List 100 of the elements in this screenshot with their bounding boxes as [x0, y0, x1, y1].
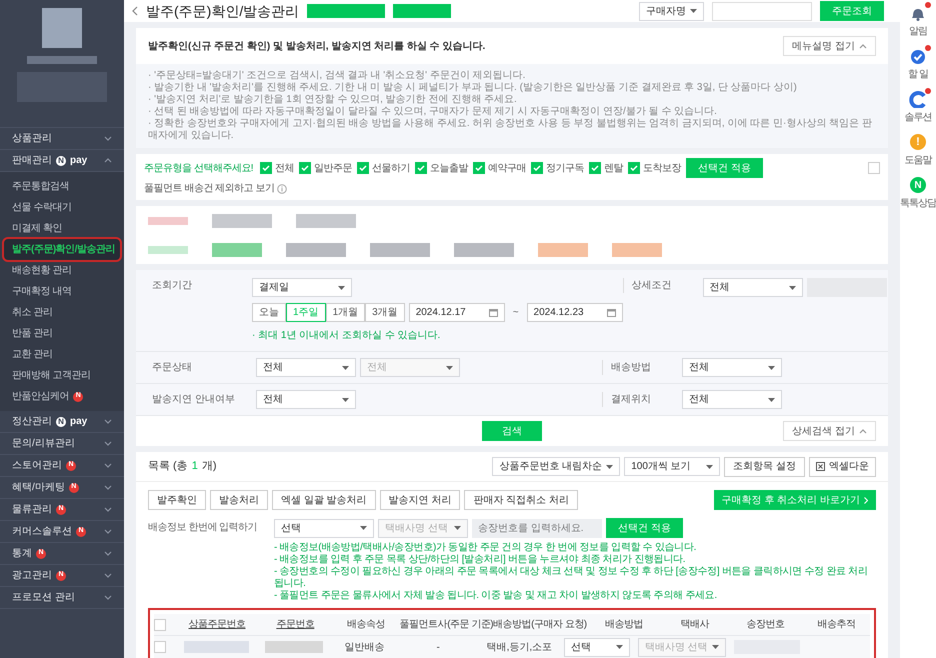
redacted-block — [265, 641, 324, 653]
button[interactable]: 엑셀 일괄 발송처리 — [272, 490, 376, 510]
column-header: 배송방법 — [604, 618, 644, 632]
submenu-item[interactable]: 반품 관리 — [4, 323, 120, 344]
checkbox[interactable] — [357, 162, 370, 174]
column-header[interactable]: 주문번호 — [258, 617, 333, 632]
table-cell-text: - — [436, 640, 441, 654]
checkbox-label: 도착보장 — [643, 162, 682, 176]
chevron-icon — [104, 136, 112, 141]
note-text: - 배송정보(배송방법/택배사/송장번호)가 동일한 주문 건의 경우 한 번에 정보를 입력할 수 있습니다. — [274, 542, 698, 554]
checkmark-icon — [417, 165, 426, 171]
submenu-item[interactable]: 배송현황 관리 — [4, 260, 120, 281]
dropdown[interactable]: 결제일 — [252, 278, 352, 297]
caret-icon — [706, 464, 714, 468]
menu-label: 스토어관리 — [12, 459, 62, 473]
button[interactable]: 판매자 직접취소 처리 — [464, 490, 578, 510]
submenu-item[interactable]: 판매방해 고객관리 — [4, 365, 120, 386]
chevron-icon — [104, 441, 112, 446]
field-label: 주문상태 — [152, 361, 193, 375]
rail-button[interactable]: N 톡톡상담 — [900, 176, 936, 211]
checkmark-icon — [591, 165, 600, 171]
dropdown[interactable]: 상품주문번호 내림차순 — [492, 457, 620, 476]
checkbox[interactable] — [868, 162, 880, 174]
sidebar-menu-item[interactable]: 문의/리뷰관리 — [0, 433, 124, 455]
collapse-button[interactable]: 상세검색 접기 — [783, 421, 876, 441]
checkmark-icon — [630, 165, 638, 171]
tracking-number-input[interactable]: 송장번호를 입력하세요. — [472, 518, 602, 538]
checkmark-icon — [909, 47, 927, 65]
checkbox[interactable] — [154, 641, 166, 653]
collapse-button[interactable]: 메뉴설명 접기 — [783, 36, 876, 56]
column-header[interactable]: 상품주문번호 — [176, 617, 258, 632]
submenu-item[interactable]: 주문통합검색 — [4, 176, 120, 197]
chevron-icon — [104, 573, 112, 578]
checkbox[interactable] — [531, 162, 544, 174]
button[interactable]: 조회항목 설정 — [724, 456, 805, 476]
checkbox[interactable] — [154, 618, 166, 630]
column-header: 풀필먼트사(주문 기준) — [400, 618, 494, 632]
chevron-icon — [104, 551, 112, 556]
period-tab[interactable]: 오늘 — [252, 303, 286, 322]
dropdown[interactable]: 구매자명 — [639, 2, 704, 20]
hint-text: · 최대 1년 이내에서 조회하실 수 있습니다. — [252, 329, 442, 343]
checkbox[interactable] — [589, 162, 602, 174]
menu-label: 물류관리 — [12, 503, 52, 517]
menu-label: 정산관리 — [12, 415, 52, 429]
chevron-icon — [104, 529, 112, 534]
note-text: · 정확한 송장번호와 구매자에게 고지·협의된 배송 방법을 사용해 주세요. 허위 송장번호 사용 등 부정 불법행위는 엄격히 금지되며, 이에 따른 민·형사상의 책임은 판매자에게 있습니다. — [148, 118, 873, 142]
checkmark-icon — [301, 165, 310, 171]
dropdown[interactable]: 전체 — [256, 358, 356, 377]
submenu-item[interactable]: 발주(주문)확인/발송관리 — [4, 239, 120, 260]
sidebar-menu-item[interactable]: 정산관리 N pay — [0, 411, 124, 433]
caret-icon — [616, 645, 623, 649]
dropdown[interactable]: 선택 — [274, 518, 374, 538]
checkbox-label: 렌탈 — [604, 162, 624, 176]
date-field[interactable]: 2024.12.17 — [408, 303, 505, 322]
submenu-item[interactable]: 취소 관리 — [4, 302, 120, 323]
submenu-item[interactable]: 선물 수락대기 — [4, 197, 120, 218]
exclamation-icon: ! — [910, 134, 926, 150]
rail-button[interactable]: 할 일 — [908, 47, 928, 82]
submenu-item[interactable]: 구매확정 내역 — [4, 281, 120, 302]
caret-icon — [690, 9, 697, 13]
checkbox[interactable] — [473, 162, 486, 174]
button[interactable]: 발송지연 처리 — [380, 490, 460, 510]
checkmark-icon — [262, 165, 270, 171]
rail-button[interactable]: ! 도움말 — [904, 133, 932, 168]
button[interactable]: 발주확인 — [148, 490, 206, 510]
checkmark-icon — [475, 165, 484, 171]
caret-icon — [606, 464, 614, 468]
checkbox[interactable] — [260, 162, 272, 174]
period-tab[interactable]: 1개월 — [326, 303, 366, 322]
caret-icon — [788, 286, 796, 290]
checkbox[interactable] — [415, 162, 428, 174]
note-text: · 선택 된 배송방법에 따라 자동구매확정일이 달라질 수 있으며, 구매자가 문제 제기 시 자동구매확정이 연장/불가 될 수 있습니다. — [148, 106, 718, 118]
note-text: - 풀필먼트 주문은 물류사에서 자체 발송 됩니다. 이중 발송 및 재고 차이 발생하지 않도록 주의해 주세요. — [274, 590, 718, 602]
note-text: - 배송정보를 입력 후 주문 목록 상단/하단의 [발송처리] 버튼을 누르셔야 최종 처리가 진행됩니다. — [274, 554, 686, 566]
blurred-text — [27, 56, 97, 64]
button[interactable]: 발송처리 — [210, 490, 268, 510]
dropdown[interactable]: 전체 — [256, 390, 356, 409]
dropdown[interactable]: 전체 — [682, 390, 782, 409]
dropdown[interactable]: 100개씩 보기 — [624, 457, 720, 476]
checkbox[interactable] — [628, 162, 640, 174]
dropdown[interactable]: 전체 — [682, 358, 782, 377]
dropdown[interactable]: 전체 — [702, 278, 803, 297]
checkmark-icon — [533, 165, 542, 171]
checkbox-label: 풀필먼트 배송건 제외하고 보기 — [144, 182, 274, 196]
date-field[interactable]: 2024.12.23 — [526, 303, 623, 322]
checkbox[interactable] — [299, 162, 312, 174]
menu-label: 광고관리 — [12, 569, 52, 583]
note-text: - 송장번호의 수정이 필요하신 경우 아래의 주문 목록에서 대상 체크 선택 및 정보 수정 후 하단 [송장수정] 버튼을 클릭하시면 수정 완료 처리됩니다. — [274, 566, 869, 590]
rail-button[interactable]: 솔루션 — [904, 90, 932, 125]
dropdown[interactable]: 선택 — [564, 638, 630, 656]
rail-button[interactable]: 알림 — [909, 4, 927, 39]
submenu-item[interactable]: 교환 관리 — [4, 344, 120, 365]
search-input[interactable] — [712, 2, 812, 20]
sidebar-menu-item[interactable]: 상품관리 — [0, 128, 124, 150]
excel-download-button[interactable]: 엑셀다운 — [809, 456, 876, 476]
spreadsheet-icon — [816, 462, 825, 471]
caret-icon — [712, 645, 719, 649]
sidebar-menu-item[interactable]: 프로모션 관리 — [0, 587, 124, 609]
submenu-item[interactable]: 미결제 확인 — [4, 218, 120, 239]
period-tab[interactable]: 3개월 — [365, 303, 405, 322]
